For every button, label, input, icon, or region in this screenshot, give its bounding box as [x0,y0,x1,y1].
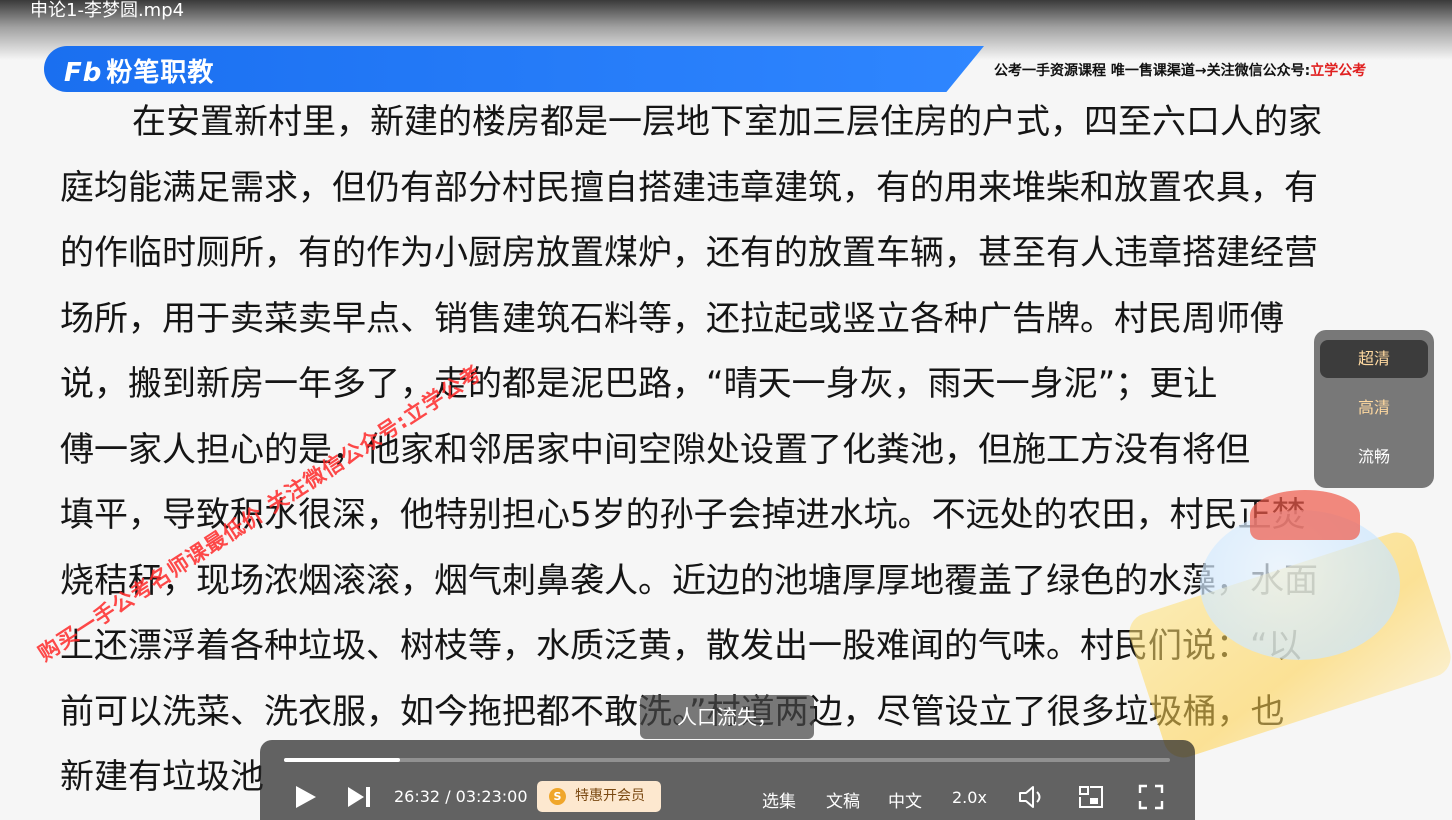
total-time: 03:23:00 [455,787,528,806]
quality-option-high[interactable]: 高清 [1320,389,1428,427]
quality-option-ultra[interactable]: 超清 [1320,340,1428,378]
quality-option-smooth[interactable]: 流畅 [1320,438,1428,476]
play-icon[interactable] [292,784,318,810]
language-button[interactable]: 中文 [888,787,922,812]
banner-notice-text: 公考一手资源课程 唯一售课渠道→关注微信公众号: [994,63,1311,79]
time-display: 26:32 / 03:23:00 [394,787,528,806]
text-line: 庭均能满足需求，但仍有部分村民擅自搭建违章建筑，有的用来堆柴和放置农具，有 [60,167,1318,208]
video-title: 申论1-李梦圆.mp4 [30,0,185,21]
brand-logo-mark: Fb [64,58,103,88]
brand-logo-text: 粉笔职教 [106,58,215,88]
brand-logo: Fb 粉笔职教 [64,52,214,89]
banner-notice-highlight: 立学公考 [1310,63,1367,79]
picture-in-picture-icon[interactable] [1077,784,1105,810]
text-line: 的作临时厕所，有的作为小厨房放置煤炉，还有的放置车辆，甚至有人违章搭建经营 [60,233,1318,273]
quality-menu: 超清 高清 流畅 [1314,330,1434,488]
player-control-bar: 26:32 / 03:23:00 S 特惠开会员 选集 文稿 中文 2.0x [260,740,1195,820]
progress-fill [284,758,401,762]
vip-button[interactable]: S 特惠开会员 [537,781,661,812]
volume-icon[interactable] [1017,784,1047,810]
progress-bar[interactable] [284,758,1170,762]
time-separator: / [440,787,456,806]
transcript-button[interactable]: 文稿 [826,787,860,812]
vip-coin-icon: S [549,788,566,805]
current-time: 26:32 [394,787,441,806]
banner-notice: 公考一手资源课程 唯一售课渠道→关注微信公众号:立学公考 [994,60,1366,80]
slide-banner: Fb 粉笔职教 公考一手资源课程 唯一售课渠道→关注微信公众号:立学公考 [44,46,1406,92]
fullscreen-icon[interactable] [1137,783,1165,811]
vip-button-label: 特惠开会员 [575,788,645,804]
text-line: 场所，用于卖菜卖早点、销售建筑石料等，还拉起或竖立各种广告牌。村民周师傅 [60,298,1284,339]
speed-button[interactable]: 2.0x [952,788,987,807]
banner-blue-band: Fb 粉笔职教 [44,46,984,92]
text-line: 说，搬到新房一年多了，走的都是泥巴路，“晴天一身灰，雨天一身泥”；更让 [60,364,1218,404]
text-line: 在安置新村里，新建的楼房都是一层地下室加三层住房的户式，四至六口人的家 [132,102,1322,142]
episodes-button[interactable]: 选集 [762,787,796,812]
subtitle: 人口流失， [640,695,814,739]
next-icon[interactable] [346,785,372,809]
mascot-illustration [1124,470,1452,763]
